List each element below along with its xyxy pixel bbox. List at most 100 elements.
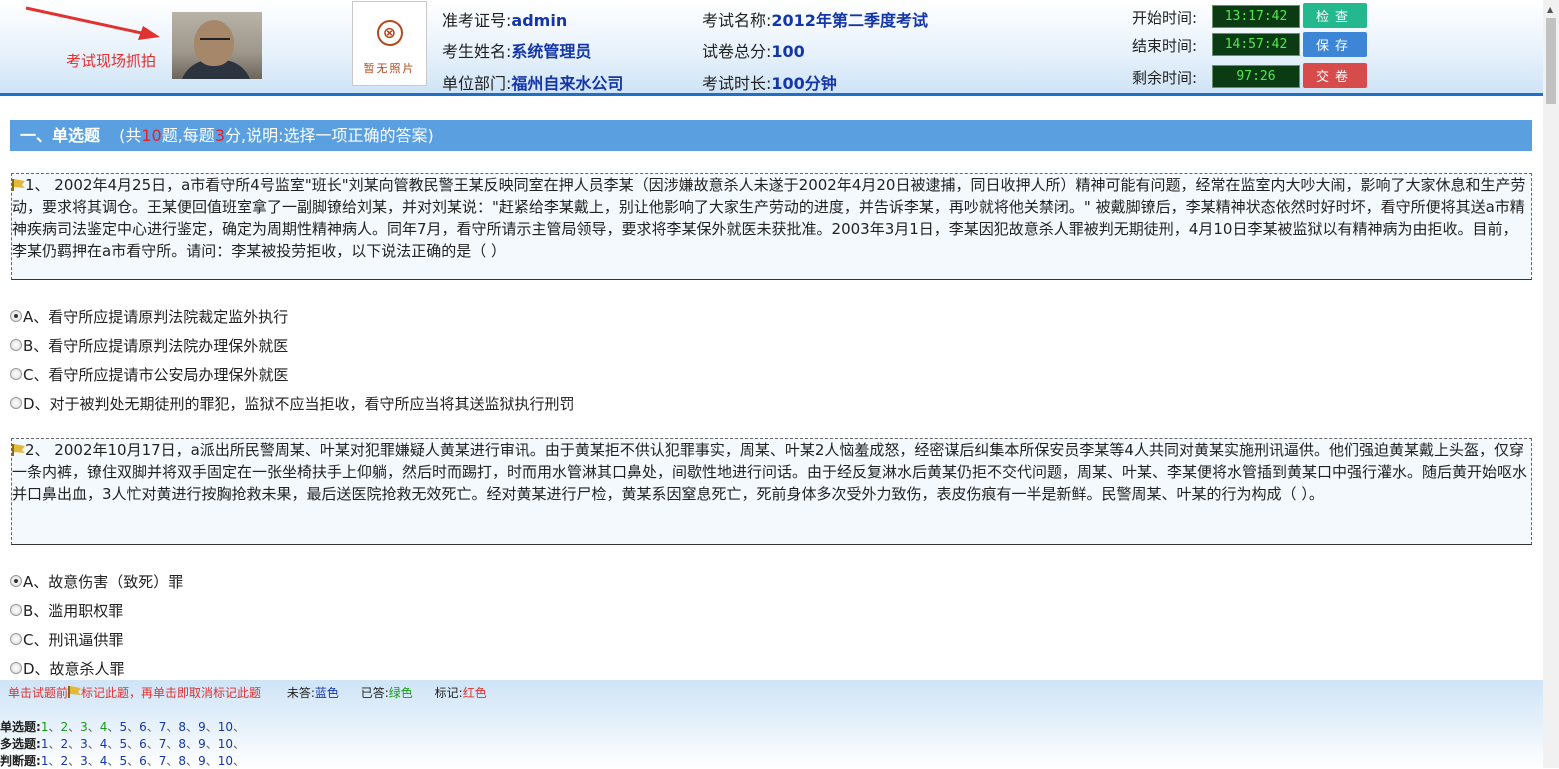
separator: 、 [48,754,61,768]
question-nav-link[interactable]: 8 [178,754,186,768]
separator: 、 [186,737,199,751]
separator: 、 [107,754,120,768]
arrow-pointer-icon [25,6,160,40]
nav-row-label: 判断题: [0,754,41,768]
q2-option-b[interactable]: B、滥用职权罪 [10,600,123,621]
q1-option-a[interactable]: A、看守所应提请原判法院裁定监外执行 [10,306,288,327]
q1-option-c[interactable]: C、看守所应提请市公安局办理保外就医 [10,364,288,385]
question-2-text: 2、 2002年10月17日，a派出所民警周某、叶某对犯罪嫌疑人黄某进行审讯。由… [12,441,1528,503]
mark-flag-icon[interactable] [12,179,25,191]
question-nav-link[interactable]: 3 [80,720,88,734]
separator: 、 [127,754,140,768]
separator: 、 [68,754,81,768]
separator: 、 [107,720,120,734]
radio-button[interactable] [10,662,22,674]
radio-button[interactable] [10,310,22,322]
separator: 、 [233,720,246,734]
separator: 、 [146,754,159,768]
question-nav-link[interactable]: 3 [80,754,88,768]
nav-row-single: 单选题:1、2、3、4、5、6、7、8、9、10、 [0,718,245,735]
question-nav-link[interactable]: 9 [198,754,206,768]
question-nav-link[interactable]: 5 [119,737,127,751]
radio-button[interactable] [10,633,22,645]
ticket-number: 准考证号:admin [442,11,568,30]
check-button[interactable]: 检查 [1303,3,1367,28]
question-nav-link[interactable]: 9 [198,720,206,734]
remaining-time-value: 97:26 [1212,65,1300,88]
legend: 单击试题前 标记此题，再单击即取消标记此题 未答:蓝色 已答:绿色 标记:红色 [8,686,487,700]
end-time-label: 结束时间: [1132,37,1198,55]
exam-snapshot-photo [172,12,262,79]
page-scrollbar[interactable]: ▲ [1543,0,1559,768]
section-title: 一、单选题 [20,126,101,145]
question-2-box: 2、 2002年10月17日，a派出所民警周某、叶某对犯罪嫌疑人黄某进行审讯。由… [11,438,1532,545]
separator: 、 [166,720,179,734]
exam-header: 考试现场抓拍 ⊗ 暂无照片 准考证号:admin 考生姓名:系统管理员 单位部门… [0,0,1543,96]
q2-option-a[interactable]: A、故意伤害（致死）罪 [10,571,183,592]
answer-navigator: 单击试题前 标记此题，再单击即取消标记此题 未答:蓝色 已答:绿色 标记:红色 单… [0,680,1543,768]
question-nav-link[interactable]: 8 [178,720,186,734]
question-nav-link[interactable]: 10 [218,720,233,734]
question-nav-link[interactable]: 10 [218,737,233,751]
separator: 、 [87,720,100,734]
q1-option-b[interactable]: B、看守所应提请原判法院办理保外就医 [10,335,288,356]
mark-flag-icon[interactable] [12,444,25,456]
question-nav-link[interactable]: 9 [198,737,206,751]
exam-name: 考试名称:2012年第二季度考试 [702,11,928,30]
q1-option-d[interactable]: D、对于被判处无期徒刑的罪犯，监狱不应当拒收，看守所应当将其送监狱执行刑罚 [10,393,575,414]
no-photo-icon: ⊗ [376,20,403,46]
q2-option-d[interactable]: D、故意杀人罪 [10,658,125,679]
separator: 、 [166,737,179,751]
scrollbar-thumb[interactable] [1546,18,1556,104]
exam-duration: 考试时长:100分钟 [702,74,837,93]
separator: 、 [127,720,140,734]
start-time-label: 开始时间: [1132,9,1198,27]
question-nav-link[interactable]: 5 [119,754,127,768]
mark-flag-icon [68,686,82,698]
question-nav-link[interactable]: 5 [119,720,127,734]
q2-option-c[interactable]: C、刑讯逼供罪 [10,629,123,650]
separator: 、 [186,754,199,768]
separator: 、 [146,737,159,751]
exam-total-score: 试卷总分:100 [702,42,805,61]
start-time-value: 13:17:42 [1212,5,1300,28]
separator: 、 [48,737,61,751]
radio-button[interactable] [10,339,22,351]
question-1-text: 1、 2002年4月25日，a市看守所4号监室"班长"刘某向管教民警王某反映同室… [12,176,1526,260]
separator: 、 [233,754,246,768]
separator: 、 [146,720,159,734]
radio-button[interactable] [10,575,22,587]
separator: 、 [48,720,61,734]
separator: 、 [233,737,246,751]
nav-row-label: 多选题: [0,737,41,751]
question-nav-link[interactable]: 2 [60,754,68,768]
separator: 、 [87,737,100,751]
question-nav-link[interactable]: 10 [218,754,233,768]
question-nav-link[interactable]: 2 [60,737,68,751]
question-nav-link[interactable]: 6 [139,754,147,768]
question-1-box: 1、 2002年4月25日，a市看守所4号监室"班长"刘某向管教民警王某反映同室… [11,173,1532,280]
separator: 、 [87,754,100,768]
separator: 、 [166,754,179,768]
radio-button[interactable] [10,368,22,380]
question-nav-link[interactable]: 8 [178,737,186,751]
snapshot-label: 考试现场抓拍 [66,52,157,70]
separator: 、 [205,754,218,768]
section-title-bar: 一、单选题 (共10题,每题3分,说明:选择一项正确的答案) [10,120,1532,151]
separator: 、 [186,720,199,734]
question-nav-link[interactable]: 2 [60,720,68,734]
question-nav-link[interactable]: 6 [139,720,147,734]
nav-row-label: 单选题: [0,720,41,734]
radio-button[interactable] [10,604,22,616]
separator: 、 [205,720,218,734]
separator: 、 [68,720,81,734]
radio-button[interactable] [10,397,22,409]
save-button[interactable]: 保存 [1303,32,1367,57]
candidate-department: 单位部门:福州自来水公司 [442,74,624,93]
submit-button[interactable]: 交卷 [1303,63,1367,88]
separator: 、 [68,737,81,751]
question-nav-link[interactable]: 6 [139,737,147,751]
no-photo-text: 暂无照片 [363,62,416,75]
scroll-up-icon[interactable]: ▲ [1547,5,1553,14]
question-nav-link[interactable]: 3 [80,737,88,751]
